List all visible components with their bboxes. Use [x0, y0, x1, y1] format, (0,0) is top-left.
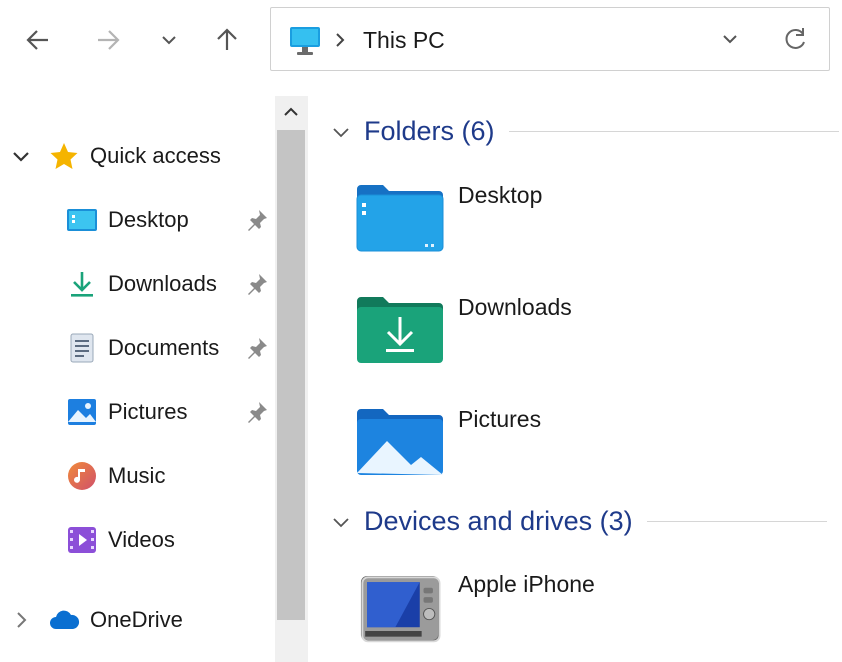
this-pc-icon — [290, 27, 320, 55]
desktop-folder-icon — [356, 185, 444, 252]
desktop-icon — [66, 204, 98, 236]
portable-device-icon — [360, 575, 441, 643]
recent-locations-button[interactable] — [151, 22, 187, 58]
folder-tile-desktop[interactable]: Desktop — [355, 178, 685, 268]
group-title: Devices and drives (3) — [364, 506, 633, 536]
cloud-icon — [48, 604, 80, 636]
forward-button[interactable] — [90, 22, 126, 58]
sidebar-item-label: Pictures — [108, 399, 188, 424]
folder-tile-pictures[interactable]: Pictures — [355, 402, 685, 492]
folder-name: Desktop — [458, 182, 543, 208]
arrow-right-icon — [98, 30, 120, 50]
sidebar-item-label: Quick access — [90, 143, 221, 168]
sidebar-item-music[interactable]: Music — [66, 456, 165, 496]
sidebar-item-label: Videos — [108, 527, 175, 552]
chevron-down-icon — [162, 36, 176, 45]
sidebar-item-label: Downloads — [108, 271, 217, 296]
sidebar-item-label: Documents — [108, 335, 220, 360]
folder-name: Pictures — [458, 406, 542, 432]
sidebar-item-pictures[interactable]: Pictures — [66, 392, 187, 432]
sidebar-item-downloads[interactable]: Downloads — [66, 264, 217, 304]
downloads-icon — [66, 268, 98, 300]
group-header-devices[interactable]: Devices and drives (3) — [330, 506, 827, 537]
documents-icon — [66, 332, 98, 364]
device-tile-apple-iphone[interactable]: Apple iPhone — [355, 567, 685, 657]
group-title: Folders (6) — [364, 116, 495, 146]
chevron-down-icon[interactable] — [8, 143, 34, 169]
pictures-folder-icon — [357, 409, 443, 475]
pin-icon — [248, 210, 267, 231]
sidebar-item-documents[interactable]: Documents — [66, 328, 219, 368]
group-divider — [646, 521, 827, 522]
scroll-up-button[interactable] — [277, 98, 305, 126]
folder-tile-downloads[interactable]: Downloads — [355, 290, 685, 380]
pictures-icon — [66, 396, 98, 428]
pin-icon — [248, 274, 267, 295]
back-button[interactable] — [20, 22, 56, 58]
chevron-down-icon[interactable] — [330, 511, 352, 533]
breadcrumb-this-pc[interactable]: This PC — [363, 27, 445, 54]
pin-icon — [248, 402, 267, 423]
sidebar-item-onedrive[interactable]: OneDrive — [8, 600, 183, 640]
group-header-folders[interactable]: Folders (6) — [330, 116, 839, 147]
chevron-up-icon — [284, 107, 298, 116]
sidebar-item-quick-access[interactable]: Quick access — [8, 136, 221, 176]
videos-icon — [66, 524, 98, 556]
scrollbar-thumb[interactable] — [277, 130, 305, 620]
group-divider — [508, 131, 839, 132]
arrow-up-icon — [217, 28, 237, 50]
sidebar-item-label: OneDrive — [90, 607, 183, 632]
downloads-folder-icon — [357, 297, 443, 363]
sidebar-item-label: Desktop — [108, 207, 189, 232]
sidebar-item-desktop[interactable]: Desktop — [66, 200, 189, 240]
address-dropdown-icon[interactable] — [719, 28, 741, 50]
breadcrumb-separator-icon[interactable] — [333, 30, 347, 50]
chevron-right-icon[interactable] — [8, 607, 34, 633]
pin-icon — [248, 338, 267, 359]
music-icon — [66, 460, 98, 492]
folder-name: Downloads — [458, 294, 572, 320]
sidebar-item-label: Music — [108, 463, 166, 488]
arrow-left-icon — [26, 30, 48, 50]
sidebar-item-videos[interactable]: Videos — [66, 520, 175, 560]
device-name: Apple iPhone — [458, 571, 595, 597]
up-button[interactable] — [209, 22, 245, 58]
refresh-icon[interactable] — [781, 25, 809, 53]
address-bar[interactable]: This PC — [270, 7, 830, 71]
chevron-down-icon[interactable] — [330, 121, 352, 143]
star-icon — [48, 140, 80, 172]
